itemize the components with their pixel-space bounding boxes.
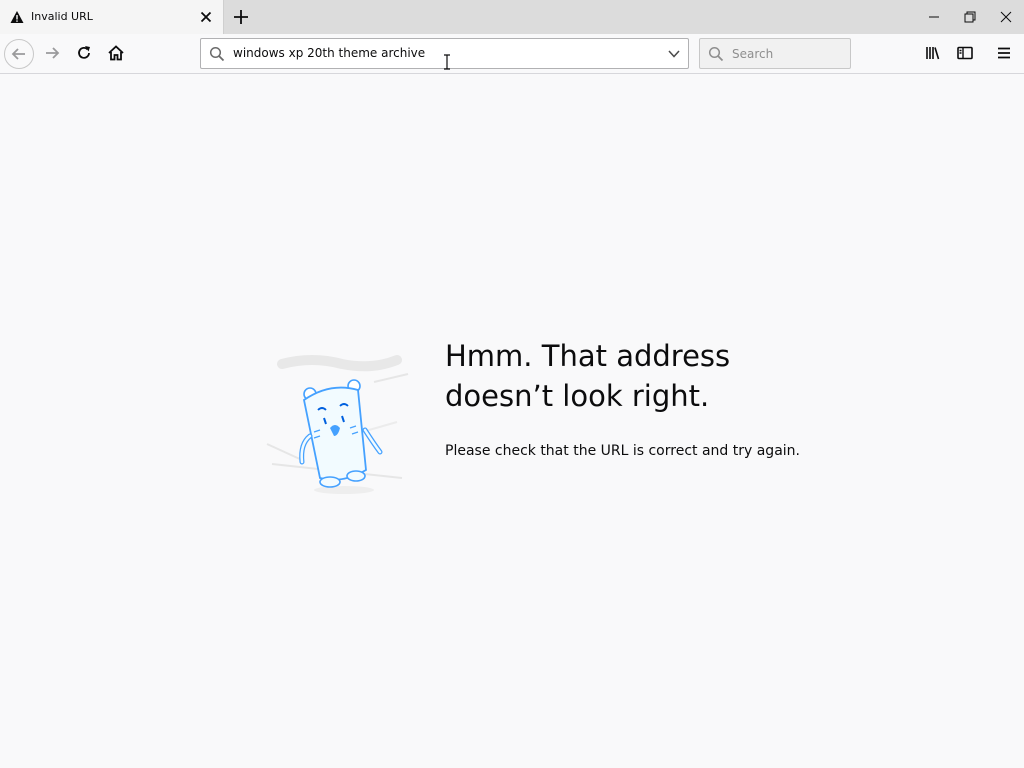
tab-title: Invalid URL (31, 10, 93, 23)
restore-icon[interactable] (961, 8, 979, 26)
search-icon (708, 46, 724, 62)
close-window-icon[interactable] (997, 8, 1015, 26)
close-tab-icon[interactable] (198, 9, 214, 25)
back-button[interactable] (4, 39, 34, 69)
library-icon (926, 47, 940, 60)
minimize-icon[interactable] (925, 8, 943, 26)
search-icon (209, 46, 225, 62)
home-icon (108, 45, 124, 61)
menu-button[interactable] (990, 39, 1020, 69)
forward-arrow-icon (46, 47, 60, 59)
reload-icon (78, 46, 90, 59)
error-title-line-1: Hmm. That address (445, 339, 731, 373)
sidebar-icon (957, 46, 973, 60)
error-illustration (266, 355, 409, 494)
address-bar-text: windows xp 20th theme archive (233, 46, 426, 60)
error-description: Please check that the URL is correct and… (445, 443, 800, 459)
library-button[interactable] (919, 39, 949, 69)
navigation-toolbar: windows xp 20th theme archive Search (0, 34, 1024, 74)
search-placeholder: Search (732, 47, 774, 61)
reload-button[interactable] (70, 39, 100, 69)
text-cursor-icon (444, 54, 450, 70)
back-arrow-icon (11, 48, 25, 60)
hamburger-menu-icon (998, 47, 1010, 59)
warning-icon (10, 11, 24, 23)
forward-button[interactable] (38, 39, 68, 69)
error-title: Hmm. That address doesn’t look right. (445, 336, 730, 416)
home-button[interactable] (102, 39, 132, 69)
new-tab-icon[interactable] (230, 6, 252, 28)
sidebar-button[interactable] (951, 39, 981, 69)
chevron-down-icon[interactable] (667, 48, 681, 60)
tab-strip: Invalid URL (0, 0, 1024, 34)
search-bar[interactable]: Search (699, 38, 851, 69)
error-title-line-2: doesn’t look right. (445, 379, 710, 413)
tab-invalid-url[interactable]: Invalid URL (0, 0, 224, 34)
